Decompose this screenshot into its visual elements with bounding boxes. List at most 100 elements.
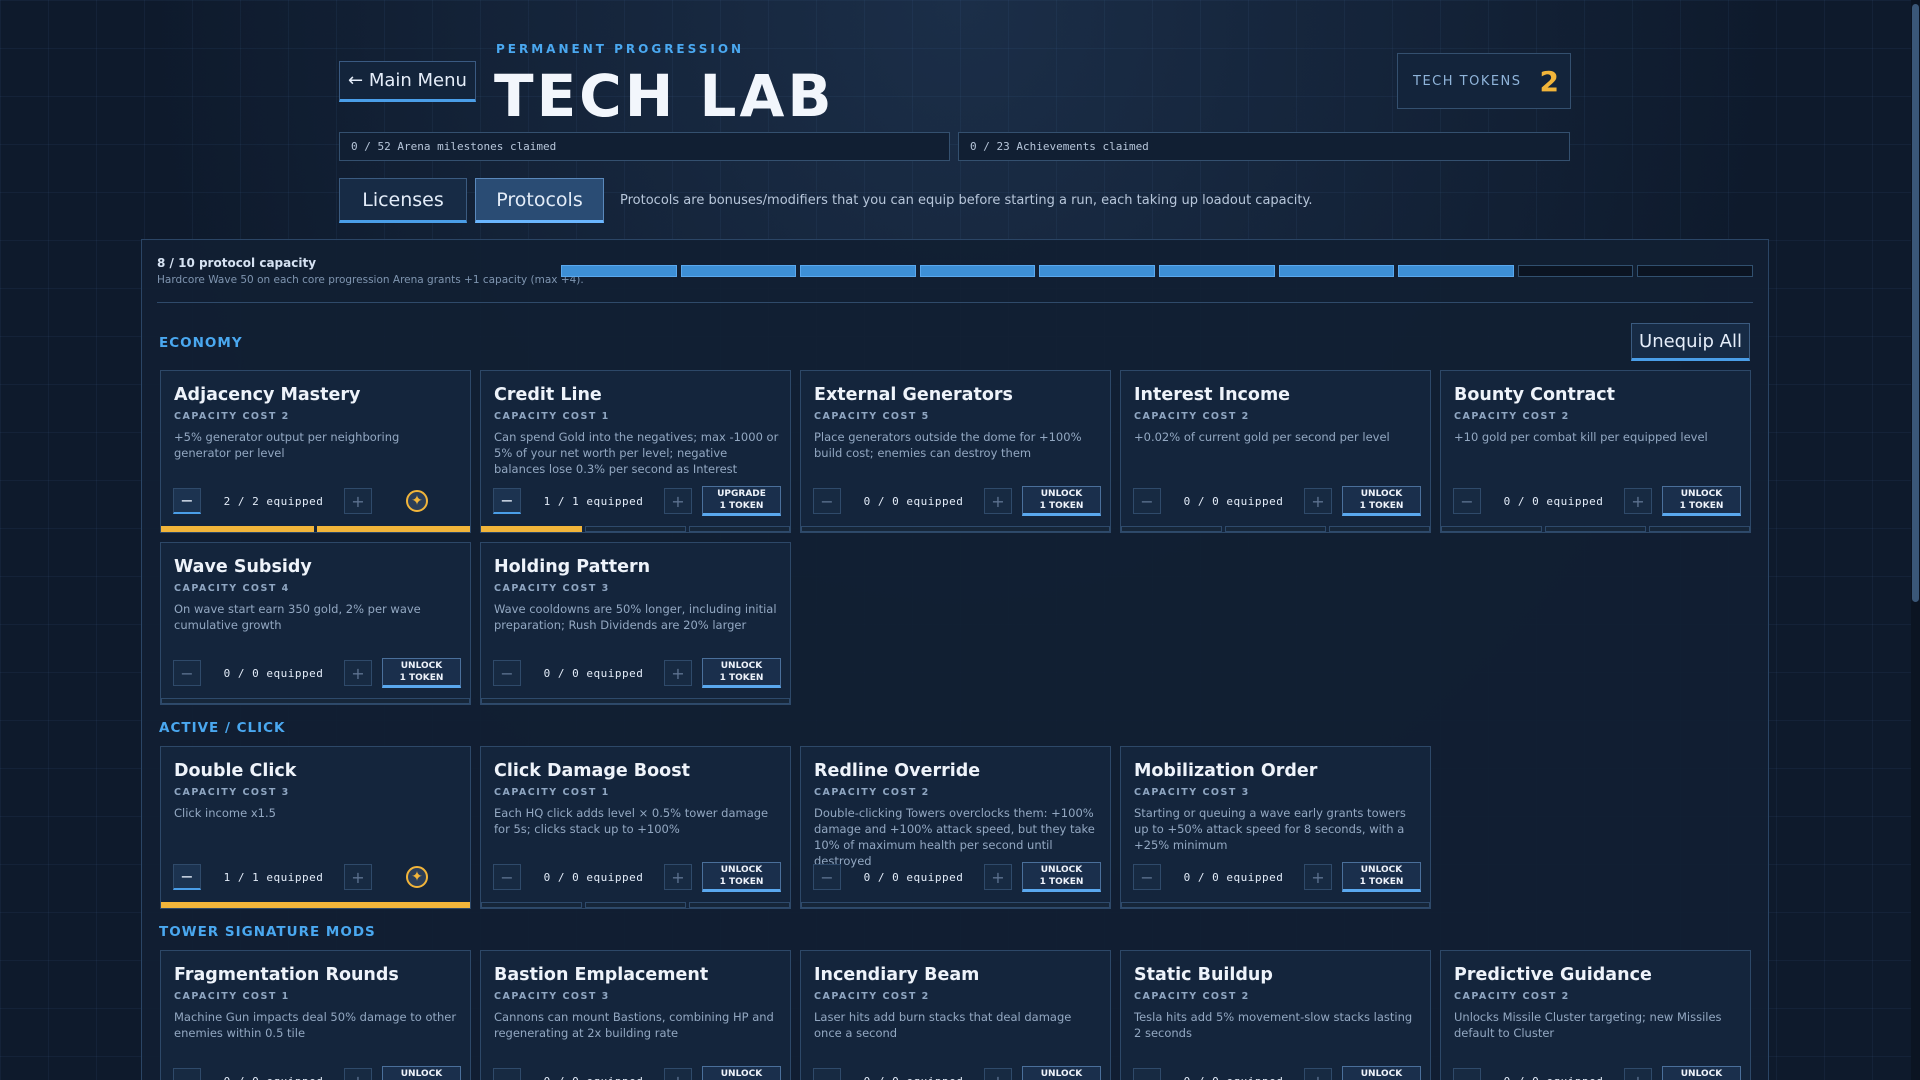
- protocol-controls: − 1 / 1 equipped + UPGRADE 1 TOKEN: [493, 486, 781, 516]
- unlock-button[interactable]: UNLOCK1 TOKEN: [702, 1066, 781, 1080]
- plus-icon[interactable]: +: [344, 1068, 372, 1080]
- equipped-count: 0 / 0 equipped: [223, 666, 324, 680]
- tab-licenses[interactable]: Licenses: [339, 178, 467, 223]
- unlock-button[interactable]: UNLOCK1 TOKEN: [1022, 1066, 1101, 1080]
- minus-icon[interactable]: −: [813, 488, 841, 514]
- unlock-button[interactable]: UNLOCK1 TOKEN: [382, 658, 461, 688]
- minus-icon[interactable]: −: [813, 864, 841, 890]
- unlock-button[interactable]: UNLOCK1 TOKEN: [1342, 1066, 1421, 1080]
- minus-icon[interactable]: −: [1133, 864, 1161, 890]
- minus-icon[interactable]: −: [493, 1068, 521, 1080]
- plus-icon[interactable]: +: [664, 1068, 692, 1080]
- plus-icon[interactable]: +: [344, 864, 372, 890]
- minus-icon[interactable]: −: [173, 864, 201, 890]
- star-icon[interactable]: ✦: [406, 490, 428, 512]
- tech-tokens-box: TECH TOKENS 2: [1397, 53, 1571, 109]
- protocol-name: Holding Pattern: [494, 557, 651, 577]
- unlock-button[interactable]: UNLOCK1 TOKEN: [1022, 486, 1101, 516]
- protocol-controls: −0 / 0 equipped+UNLOCK1 TOKEN: [1453, 486, 1741, 516]
- protocol-card: Wave Subsidy CAPACITY COST 4 On wave start…: [160, 542, 471, 705]
- tab-protocols[interactable]: Protocols: [475, 178, 604, 223]
- protocol-capacity-cost: CAPACITY COST 1: [494, 787, 610, 798]
- unlock-button[interactable]: UNLOCK1 TOKEN: [1662, 486, 1741, 516]
- protocol-capacity-cost: CAPACITY COST 2: [1134, 411, 1250, 422]
- level-bar: [481, 902, 790, 908]
- button-label-line: UNLOCK: [720, 661, 763, 671]
- protocol-description: Unlocks Missile Cluster targeting; new M…: [1454, 1010, 1722, 1040]
- protocol-controls: − 2 / 2 equipped + ✦: [173, 488, 461, 514]
- minus-icon[interactable]: −: [173, 660, 201, 686]
- level-segment: [689, 526, 790, 532]
- protocol-capacity-cost: CAPACITY COST 2: [1454, 411, 1570, 422]
- protocol-name: Click Damage Boost: [494, 761, 690, 781]
- plus-icon[interactable]: +: [1304, 864, 1332, 890]
- protocol-name: Mobilization Order: [1134, 761, 1318, 781]
- scrollbar-thumb[interactable]: [1912, 4, 1919, 602]
- plus-icon[interactable]: +: [1624, 488, 1652, 514]
- equipped-count: 0 / 0 equipped: [863, 494, 964, 508]
- button-label-line: UNLOCK: [1680, 1069, 1723, 1079]
- plus-icon[interactable]: +: [984, 488, 1012, 514]
- capacity-segment: [561, 265, 677, 277]
- unlock-button[interactable]: UNLOCK1 TOKEN: [382, 1066, 461, 1080]
- back-button[interactable]: ← Main Menu: [339, 61, 476, 102]
- minus-icon[interactable]: −: [493, 660, 521, 686]
- minus-icon[interactable]: −: [1453, 488, 1481, 514]
- protocol-controls: −0 / 0 equipped+UNLOCK1 TOKEN: [1133, 1066, 1421, 1080]
- minus-icon[interactable]: −: [813, 1068, 841, 1080]
- page-eyebrow: PERMANENT PROGRESSION: [496, 42, 745, 56]
- level-segment: [481, 526, 582, 532]
- protocol-controls: −0 / 0 equipped+UNLOCK1 TOKEN: [1133, 486, 1421, 516]
- upgrade-button[interactable]: UPGRADE 1 TOKEN: [702, 486, 781, 516]
- protocol-card: Interest Income CAPACITY COST 2 +0.02% of …: [1120, 370, 1431, 533]
- level-bar: [801, 902, 1110, 908]
- minus-icon[interactable]: −: [1453, 1068, 1481, 1080]
- minus-icon[interactable]: −: [173, 488, 201, 514]
- protocol-description: +5% generator output per neighboring gen…: [174, 430, 400, 460]
- plus-icon[interactable]: +: [344, 488, 372, 514]
- equipped-count: 0 / 0 equipped: [543, 870, 644, 884]
- unlock-button[interactable]: UNLOCK1 TOKEN: [1342, 486, 1421, 516]
- star-icon[interactable]: ✦: [406, 866, 428, 888]
- capacity-note: Hardcore Wave 50 on each core progressio…: [157, 274, 584, 286]
- unlock-button[interactable]: UNLOCK1 TOKEN: [1022, 862, 1101, 892]
- plus-icon[interactable]: +: [1624, 1068, 1652, 1080]
- equipped-count: 1 / 1 equipped: [543, 494, 644, 508]
- protocol-capacity-cost: CAPACITY COST 2: [1454, 991, 1570, 1002]
- unequip-all-button[interactable]: Unequip All: [1631, 323, 1750, 361]
- protocol-description: On wave start earn 350 gold, 2% per wave…: [174, 602, 421, 632]
- minus-icon[interactable]: −: [1133, 488, 1161, 514]
- level-segment: [585, 902, 686, 908]
- plus-icon[interactable]: +: [344, 660, 372, 686]
- plus-icon[interactable]: +: [664, 660, 692, 686]
- section-tower-mods: TOWER SIGNATURE MODS: [159, 924, 376, 940]
- button-label-line: UNLOCK: [1040, 1069, 1083, 1079]
- plus-icon[interactable]: +: [984, 864, 1012, 890]
- plus-icon[interactable]: +: [664, 864, 692, 890]
- level-bar: [481, 698, 790, 704]
- minus-icon[interactable]: −: [173, 1068, 201, 1080]
- plus-icon[interactable]: +: [664, 488, 692, 514]
- level-bar: [161, 902, 470, 908]
- button-label-line: 1 TOKEN: [719, 877, 764, 887]
- unlock-button[interactable]: UNLOCK1 TOKEN: [702, 658, 781, 688]
- minus-icon[interactable]: −: [493, 864, 521, 890]
- level-bar: [801, 526, 1110, 532]
- capacity-segment: [1158, 265, 1275, 277]
- equipped-count: 0 / 0 equipped: [530, 1068, 657, 1080]
- plus-icon[interactable]: +: [1304, 488, 1332, 514]
- protocol-card: Predictive Guidance CAPACITY COST 2 Unlock…: [1440, 950, 1751, 1080]
- capacity-segment: [1278, 265, 1395, 277]
- capacity-segment: [919, 265, 1036, 277]
- protocol-controls: −0 / 0 equipped+UNLOCK1 TOKEN: [813, 1066, 1101, 1080]
- minus-icon[interactable]: −: [1133, 1068, 1161, 1080]
- capacity-segment: [680, 265, 797, 277]
- plus-icon[interactable]: +: [1304, 1068, 1332, 1080]
- plus-icon[interactable]: +: [984, 1068, 1012, 1080]
- unlock-button[interactable]: UNLOCK1 TOKEN: [1662, 1066, 1741, 1080]
- protocol-description: Double-clicking Towers overclocks them: …: [814, 806, 1095, 868]
- unlock-button[interactable]: UNLOCK1 TOKEN: [1342, 862, 1421, 892]
- minus-icon[interactable]: −: [493, 488, 521, 514]
- unlock-button[interactable]: UNLOCK1 TOKEN: [702, 862, 781, 892]
- level-segment: [1649, 526, 1750, 532]
